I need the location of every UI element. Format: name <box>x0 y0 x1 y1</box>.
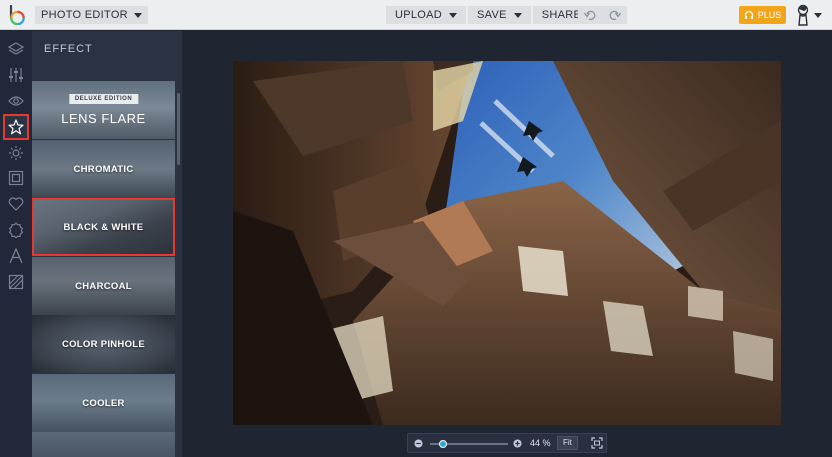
undo-button[interactable] <box>578 6 602 24</box>
share-label: SHARE <box>541 9 582 21</box>
save-label: SAVE <box>477 9 507 21</box>
redo-button[interactable] <box>603 6 627 24</box>
save-button[interactable]: SAVE <box>468 6 531 24</box>
gear-icon <box>9 146 23 160</box>
effect-tile-charcoal[interactable]: CHARCOAL <box>32 257 175 315</box>
history-controls <box>578 6 628 24</box>
effect-label: CHARCOAL <box>75 280 132 292</box>
badge-icon <box>8 222 24 238</box>
user-avatar-icon[interactable] <box>795 4 811 26</box>
panel-scrollbar[interactable] <box>177 93 180 165</box>
effect-label: BLACK & WHITE <box>63 221 144 233</box>
file-actions: UPLOAD SAVE SHARE <box>386 6 606 24</box>
headphones-icon <box>744 10 753 19</box>
effect-tile-lens-flare[interactable]: DELUXE EDITION LENS FLARE <box>32 81 175 139</box>
tile-thumbnail <box>32 432 175 457</box>
zoom-slider[interactable] <box>430 440 508 448</box>
eye-icon <box>8 96 24 106</box>
effect-panel: EFFECT DELUXE EDITION LENS FLARE CHROMAT… <box>32 31 182 457</box>
effect-tile-next[interactable] <box>32 432 175 457</box>
plus-upgrade-button[interactable]: PLUS <box>739 6 786 24</box>
rail-text[interactable] <box>3 243 29 269</box>
undo-icon <box>584 10 596 20</box>
effect-tile-chromatic[interactable]: CHROMATIC <box>32 140 175 198</box>
effect-label: LENS FLARE <box>61 111 146 126</box>
rail-layers[interactable] <box>3 36 29 62</box>
star-icon <box>8 119 24 135</box>
heart-icon <box>8 197 24 211</box>
effect-tile-color-pinhole[interactable]: COLOR PINHOLE <box>32 315 175 373</box>
upload-button[interactable]: UPLOAD <box>386 6 467 24</box>
effect-tile-black-and-white[interactable]: BLACK & WHITE <box>32 198 175 256</box>
tile-thumbnail <box>32 81 175 139</box>
zoom-value: 44 % <box>530 438 551 448</box>
rail-touchup[interactable] <box>3 88 29 114</box>
chevron-down-icon <box>133 12 142 18</box>
layers-icon <box>8 42 24 55</box>
redo-icon <box>609 10 621 20</box>
rail-frames[interactable] <box>3 165 29 191</box>
app-logo-icon[interactable] <box>8 5 26 25</box>
rail-textures[interactable] <box>3 269 29 295</box>
chevron-down-icon <box>449 12 458 18</box>
zoom-slider-handle[interactable] <box>439 440 447 448</box>
chevron-down-icon[interactable] <box>814 13 822 18</box>
zoom-in-icon[interactable] <box>513 439 522 448</box>
frame-icon <box>8 170 24 186</box>
effect-label: CHROMATIC <box>73 163 134 175</box>
zoom-bar: 44 % Fit <box>407 433 607 453</box>
rail-graphics[interactable] <box>3 191 29 217</box>
photo-editor-label: PHOTO EDITOR <box>41 9 128 21</box>
rail-adjust[interactable] <box>3 62 29 88</box>
deluxe-badge: DELUXE EDITION <box>68 94 139 104</box>
tool-rail <box>0 31 32 457</box>
texture-icon <box>8 274 24 290</box>
sliders-icon <box>9 68 23 82</box>
effect-tile-cooler[interactable]: COOLER <box>32 374 175 432</box>
panel-title: EFFECT <box>44 43 93 55</box>
chevron-down-icon <box>513 12 522 18</box>
effect-label: COLOR PINHOLE <box>61 338 146 350</box>
effect-label: COOLER <box>82 397 125 409</box>
upload-label: UPLOAD <box>395 9 443 21</box>
top-bar: PHOTO EDITOR UPLOAD SAVE SHARE PLUS <box>0 0 832 30</box>
photo-canvas[interactable] <box>233 61 781 425</box>
rail-effects[interactable] <box>3 114 29 140</box>
fit-button[interactable]: Fit <box>557 436 578 450</box>
plus-label: PLUS <box>757 10 782 20</box>
rail-stickers[interactable] <box>3 217 29 243</box>
photo-editor-dropdown[interactable]: PHOTO EDITOR <box>35 6 148 24</box>
text-icon <box>9 248 23 264</box>
zoom-out-icon[interactable] <box>414 439 423 448</box>
fullscreen-icon[interactable] <box>591 437 603 449</box>
rail-overlays[interactable] <box>3 140 29 166</box>
